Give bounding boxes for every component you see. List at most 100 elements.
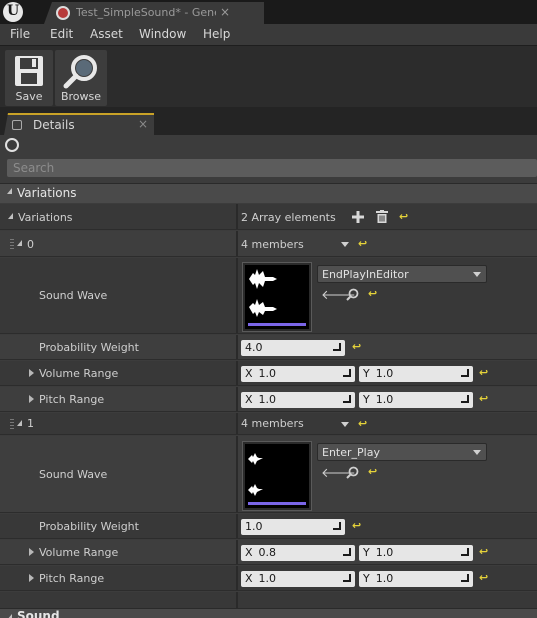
- spin-handle-icon[interactable]: [343, 369, 351, 377]
- details-panel: Search Variations Variations 2 Array ele…: [0, 135, 537, 618]
- unreal-logo-icon[interactable]: U: [3, 2, 23, 22]
- spin-handle-icon[interactable]: [333, 343, 341, 351]
- menu-window[interactable]: Window: [139, 27, 186, 41]
- spin-handle-icon[interactable]: [333, 522, 341, 530]
- collapse-arrow-icon[interactable]: [8, 213, 13, 219]
- sound-cue-icon: [56, 6, 70, 20]
- reset-to-default-icon[interactable]: ↩: [358, 237, 367, 250]
- menu-help[interactable]: Help: [203, 27, 230, 41]
- reset-to-default-icon[interactable]: ↩: [479, 392, 488, 405]
- trash-icon[interactable]: [376, 210, 388, 223]
- sound-wave-row: Sound Wave EndPlayInEditor 🡐 ↩: [0, 258, 537, 334]
- document-tab[interactable]: Test_SimpleSound* - Gene ×: [44, 2, 264, 24]
- volume-x-input[interactable]: X 1.0: [241, 366, 355, 382]
- column-divider[interactable]: [236, 231, 238, 256]
- column-divider[interactable]: [236, 335, 238, 359]
- column-divider[interactable]: [236, 413, 238, 434]
- probability-weight-input[interactable]: 1.0: [241, 519, 345, 535]
- menu-edit[interactable]: Edit: [50, 27, 73, 41]
- reset-to-default-icon[interactable]: ↩: [352, 519, 361, 532]
- browse-asset-icon[interactable]: [346, 288, 359, 301]
- pitch-x-input[interactable]: X 1.0: [241, 571, 355, 587]
- spin-handle-icon[interactable]: [461, 369, 469, 377]
- array-count: 2 Array elements: [241, 211, 336, 224]
- probability-weight-label: Probability Weight: [39, 341, 139, 354]
- reset-to-default-icon[interactable]: ↩: [358, 417, 367, 430]
- menu-file[interactable]: File: [10, 27, 30, 41]
- probability-weight-input[interactable]: 4.0: [241, 340, 345, 356]
- dropdown-arrow-icon[interactable]: [341, 242, 349, 247]
- close-icon[interactable]: ×: [138, 117, 148, 131]
- close-icon[interactable]: ×: [220, 5, 230, 19]
- reset-to-default-icon[interactable]: ↩: [368, 465, 377, 478]
- axis-y-label: Y: [363, 572, 370, 585]
- tab-details[interactable]: Details ×: [4, 113, 154, 135]
- column-divider[interactable]: [236, 540, 238, 564]
- column-divider[interactable]: [236, 361, 238, 385]
- spin-handle-icon[interactable]: [461, 574, 469, 582]
- reset-to-default-icon[interactable]: ↩: [479, 571, 488, 584]
- spin-handle-icon[interactable]: [461, 395, 469, 403]
- sound-wave-row: Sound Wave Enter_Play 🡐 ↩: [0, 436, 537, 513]
- add-element-icon[interactable]: [352, 211, 364, 223]
- collapse-arrow-icon: [7, 614, 12, 618]
- waveform-icon: [248, 453, 263, 496]
- volume-y-input[interactable]: Y 1.0: [359, 366, 473, 382]
- object-ring-icon: [5, 138, 19, 152]
- drag-handle-icon[interactable]: [10, 239, 14, 249]
- pitch-y-input[interactable]: Y 1.0: [359, 392, 473, 408]
- search-input[interactable]: Search: [7, 159, 537, 177]
- reset-to-default-icon[interactable]: ↩: [368, 287, 377, 300]
- sound-wave-label: Sound Wave: [39, 289, 108, 302]
- reset-to-default-icon[interactable]: ↩: [479, 366, 488, 379]
- collapse-arrow-icon[interactable]: [17, 240, 22, 246]
- column-divider[interactable]: [236, 436, 238, 512]
- tab-details-label: Details: [33, 118, 75, 132]
- spin-handle-icon[interactable]: [343, 395, 351, 403]
- expand-arrow-icon[interactable]: [29, 369, 34, 377]
- browse-label: Browse: [60, 90, 102, 103]
- expand-arrow-icon[interactable]: [29, 548, 34, 556]
- reset-to-default-icon[interactable]: ↩: [352, 340, 361, 353]
- variations-label: Variations: [18, 211, 73, 224]
- pitch-x-input[interactable]: X 1.0: [241, 392, 355, 408]
- sound-wave-thumbnail[interactable]: [242, 441, 312, 511]
- expand-arrow-icon[interactable]: [29, 574, 34, 582]
- panel-tab-strip: Details ×: [0, 107, 537, 135]
- volume-y-input[interactable]: Y 1.0: [359, 545, 473, 561]
- dropdown-arrow-icon[interactable]: [341, 422, 349, 427]
- column-divider[interactable]: [236, 592, 238, 608]
- probability-value: 4.0: [245, 341, 263, 354]
- volume-x-input[interactable]: X 0.8: [241, 545, 355, 561]
- save-icon: [15, 56, 43, 86]
- reset-to-default-icon[interactable]: ↩: [399, 210, 408, 223]
- spin-handle-icon[interactable]: [343, 548, 351, 556]
- menu-asset[interactable]: Asset: [90, 27, 123, 41]
- browse-button[interactable]: Browse: [55, 50, 107, 106]
- collapse-arrow-icon[interactable]: [17, 420, 22, 426]
- spin-handle-icon[interactable]: [461, 548, 469, 556]
- column-divider[interactable]: [236, 387, 238, 411]
- category-label: Variations: [17, 186, 77, 200]
- asset-picker[interactable]: Enter_Play: [317, 443, 487, 461]
- column-divider[interactable]: [236, 566, 238, 590]
- column-divider[interactable]: [236, 514, 238, 538]
- drag-handle-icon[interactable]: [10, 419, 14, 429]
- asset-picker[interactable]: EndPlayInEditor: [317, 265, 487, 283]
- browse-asset-icon[interactable]: [346, 466, 359, 479]
- reset-to-default-icon[interactable]: ↩: [479, 545, 488, 558]
- column-divider[interactable]: [236, 258, 238, 333]
- category-variations[interactable]: Variations: [0, 183, 537, 203]
- thumbnail-type-bar: [248, 502, 306, 505]
- pitch-x-value: 1.0: [258, 572, 277, 585]
- magnifier-icon: [63, 55, 97, 89]
- spin-handle-icon[interactable]: [343, 574, 351, 582]
- category-sound[interactable]: Sound: [0, 608, 537, 618]
- waveform-icon: [249, 269, 277, 317]
- expand-arrow-icon[interactable]: [29, 395, 34, 403]
- element-index-label: 0: [27, 238, 34, 251]
- pitch-y-input[interactable]: Y 1.0: [359, 571, 473, 587]
- save-button[interactable]: Save: [5, 50, 53, 106]
- sound-wave-thumbnail[interactable]: [242, 262, 312, 332]
- column-divider[interactable]: [236, 204, 238, 229]
